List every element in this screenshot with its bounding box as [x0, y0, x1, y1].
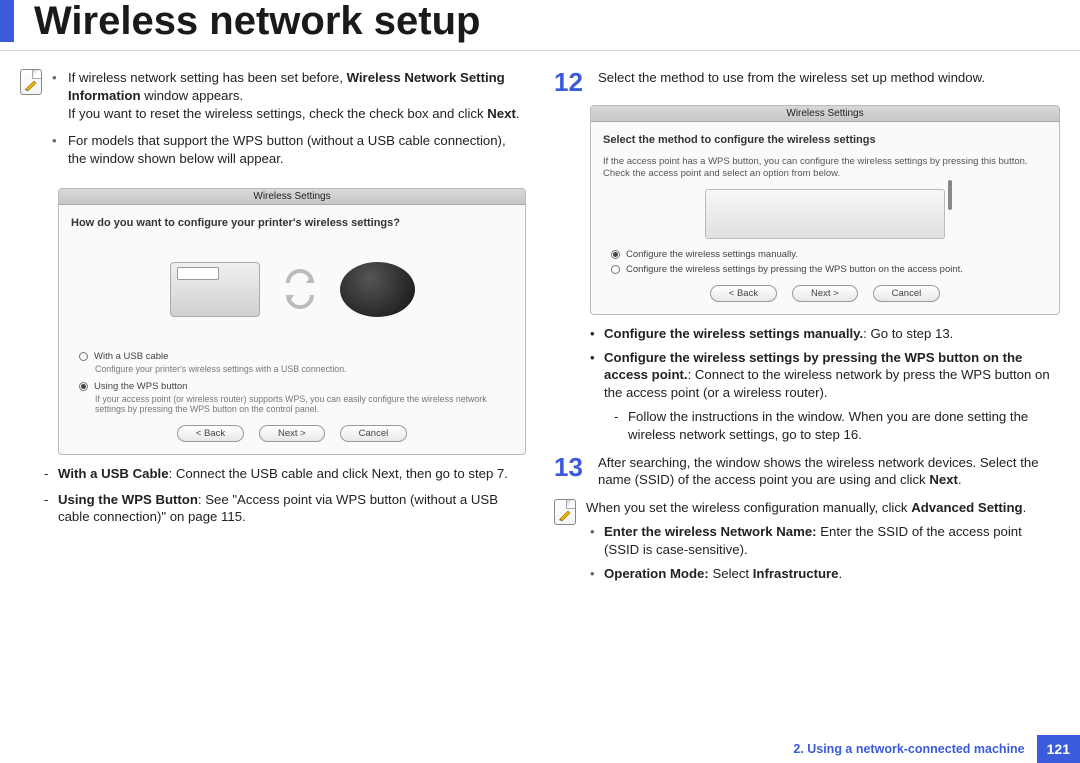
figure-cancel-button: Cancel — [873, 285, 941, 302]
page-title: Wireless network setup — [0, 0, 1080, 42]
option-wps-ap: Configure the wireless settings by press… — [586, 349, 1060, 402]
radio-icon-selected — [79, 382, 88, 391]
figure-option-manual: Configure the wireless settings manually… — [611, 249, 1047, 260]
figure-titlebar: Wireless Settings — [591, 106, 1059, 122]
note-icon — [20, 69, 42, 95]
printer-illustration — [170, 262, 260, 317]
option-follow-instructions: Follow the instructions in the window. W… — [610, 408, 1060, 444]
figure-illustration — [71, 239, 513, 339]
note-operation-mode: Operation Mode: Select Infrastructure. — [586, 565, 1060, 583]
right-column: 12 Select the method to use from the wir… — [554, 69, 1060, 596]
chapter-label: 2. Using a network-connected machine — [793, 742, 1024, 756]
figure-heading: How do you want to configure your printe… — [71, 217, 513, 229]
figure-select-method: Wireless Settings Select the method to c… — [590, 105, 1060, 315]
radio-icon-selected — [611, 250, 620, 259]
step-text: After searching, the window shows the wi… — [598, 454, 1060, 490]
step-text: Select the method to use from the wirele… — [598, 69, 1060, 87]
page-footer: 2. Using a network-connected machine 121 — [793, 735, 1080, 763]
figure-wireless-settings-usb-wps: Wireless Settings How do you want to con… — [58, 188, 526, 455]
figure-next-button: Next > — [259, 425, 325, 442]
sync-arrows-icon — [280, 269, 320, 309]
figure-option-wps: Using the WPS button — [79, 381, 513, 392]
router-illustration — [340, 262, 415, 317]
figure-next-button: Next > — [792, 285, 858, 302]
step-number: 13 — [554, 454, 586, 480]
page-number: 121 — [1037, 735, 1080, 763]
note-enter-ssid: Enter the wireless Network Name: Enter t… — [586, 523, 1060, 559]
option-manual: Configure the wireless settings manually… — [586, 325, 1060, 343]
figure-titlebar: Wireless Settings — [59, 189, 525, 205]
figure-back-button: < Back — [177, 425, 244, 442]
step-number: 12 — [554, 69, 586, 95]
wps-button-item: Using the WPS Button: See "Access point … — [20, 491, 526, 527]
note-advanced-setting: When you set the wireless configuration … — [586, 499, 1060, 517]
step-13: 13 After searching, the window shows the… — [554, 454, 1060, 490]
note-bullet-1: If wireless network setting has been set… — [52, 69, 526, 122]
figure-subtext: If the access point has a WPS button, yo… — [603, 156, 1047, 181]
figure-option-wps-desc: If your access point (or wireless router… — [95, 394, 513, 415]
figure-option-usb-desc: Configure your printer's wireless settin… — [95, 364, 513, 375]
note-bullet-2: For models that support the WPS button (… — [52, 132, 526, 168]
left-column: If wireless network setting has been set… — [20, 69, 526, 596]
figure-option-usb: With a USB cable — [79, 351, 513, 362]
radio-icon — [611, 265, 620, 274]
usb-cable-item: With a USB Cable: Connect the USB cable … — [20, 465, 526, 483]
step-12: 12 Select the method to use from the wir… — [554, 69, 1060, 95]
note-icon — [554, 499, 576, 525]
figure-option-wps-ap: Configure the wireless settings by press… — [611, 264, 1047, 275]
figure-cancel-button: Cancel — [340, 425, 408, 442]
radio-icon — [79, 352, 88, 361]
figure-heading: Select the method to configure the wirel… — [603, 134, 1047, 146]
figure-back-button: < Back — [710, 285, 777, 302]
access-point-illustration — [705, 189, 945, 239]
